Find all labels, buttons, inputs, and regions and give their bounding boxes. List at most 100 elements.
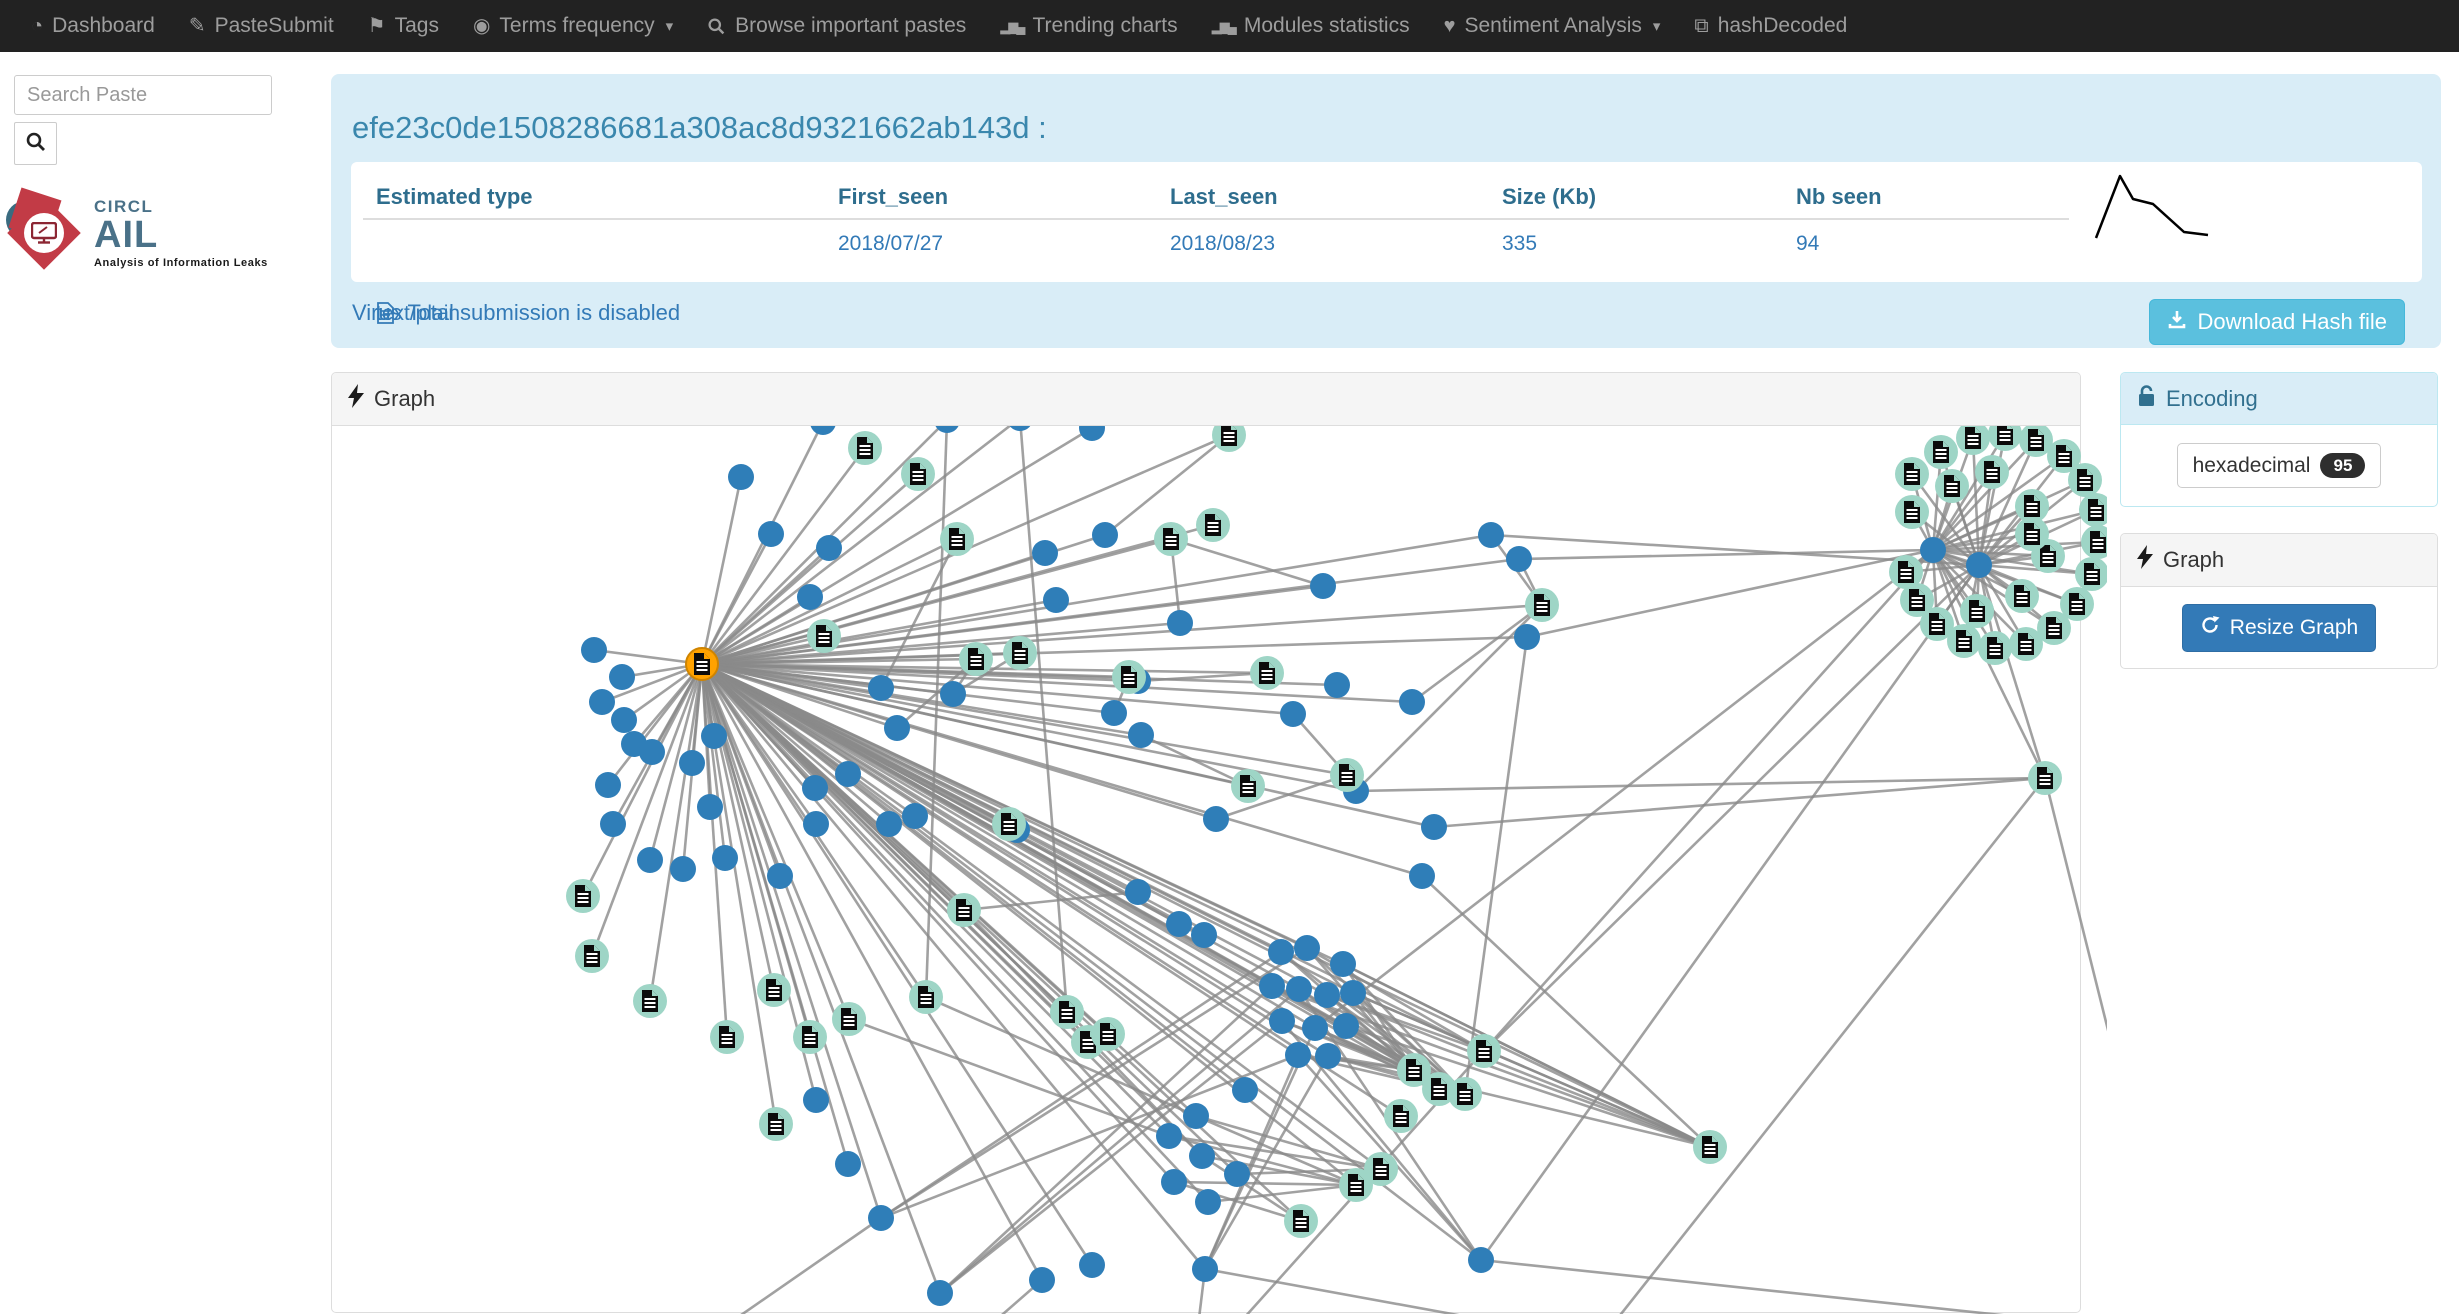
graph-node-paste[interactable] xyxy=(679,750,705,776)
graph-node-hash[interactable] xyxy=(2075,557,2107,591)
graph-node-hash[interactable] xyxy=(1895,495,1929,529)
graph-node-hash[interactable] xyxy=(1003,636,1037,670)
graph-node-hash[interactable] xyxy=(793,1020,827,1054)
graph-node-paste[interactable] xyxy=(1468,1247,1494,1273)
graph-node-paste[interactable] xyxy=(1007,426,1033,431)
graph-node-paste[interactable] xyxy=(1224,1161,1250,1187)
graph-node-paste[interactable] xyxy=(1101,700,1127,726)
graph-node-paste[interactable] xyxy=(802,775,828,801)
graph-node-paste[interactable] xyxy=(1191,922,1217,948)
graph-node-paste[interactable] xyxy=(1314,982,1340,1008)
nav-item-dashboard[interactable]: ◔ Dashboard xyxy=(14,0,172,52)
graph-node-paste[interactable] xyxy=(1203,806,1229,832)
graph-node-hash[interactable] xyxy=(566,879,600,913)
graph-node-paste[interactable] xyxy=(1195,1189,1221,1215)
graph-node-hash[interactable] xyxy=(1895,457,1929,491)
graph-node-hash[interactable] xyxy=(1693,1130,1727,1164)
graph-canvas[interactable] xyxy=(332,426,2107,1314)
graph-node-paste[interactable] xyxy=(1192,1256,1218,1282)
graph-node-paste[interactable] xyxy=(1340,980,1366,1006)
graph-node-paste[interactable] xyxy=(1161,1169,1187,1195)
graph-node-paste[interactable] xyxy=(797,584,823,610)
graph-node-paste[interactable] xyxy=(712,845,738,871)
graph-node-hash[interactable] xyxy=(940,522,974,556)
nav-item-tags[interactable]: ⚑ Tags xyxy=(351,0,456,52)
graph-node-paste[interactable] xyxy=(1286,976,1312,1002)
graph-node-paste[interactable] xyxy=(1333,1013,1359,1039)
graph-node-hash[interactable] xyxy=(1960,594,1994,628)
graph-node-paste[interactable] xyxy=(1315,1043,1341,1069)
graph-node-hash[interactable] xyxy=(848,431,882,465)
graph-node-paste[interactable] xyxy=(1302,1015,1328,1041)
graph-node-hash[interactable] xyxy=(1050,995,1084,1029)
graph-node-hash[interactable] xyxy=(2028,761,2062,795)
graph-node-paste[interactable] xyxy=(1183,1103,1209,1129)
graph-node-paste[interactable] xyxy=(670,856,696,882)
graph-node-hash[interactable] xyxy=(1154,522,1188,556)
graph-node-hash[interactable] xyxy=(1196,508,1230,542)
graph-node-hash[interactable] xyxy=(1988,426,2022,451)
graph-node-paste[interactable] xyxy=(868,1205,894,1231)
graph-node-paste[interactable] xyxy=(767,863,793,889)
graph-node-paste[interactable] xyxy=(589,689,615,715)
graph-node-hash[interactable] xyxy=(2005,579,2039,613)
graph-node-hash[interactable] xyxy=(909,980,943,1014)
graph-node-hash[interactable] xyxy=(2079,493,2107,527)
graph-node-paste[interactable] xyxy=(940,681,966,707)
graph-node-paste[interactable] xyxy=(1421,814,1447,840)
graph-node-paste[interactable] xyxy=(1330,951,1356,977)
graph-node-paste[interactable] xyxy=(1280,701,1306,727)
graph-node-hash[interactable] xyxy=(575,939,609,973)
encoding-hexadecimal-button[interactable]: hexadecimal 95 xyxy=(2176,443,2382,488)
nav-item-trending-charts[interactable]: ▂▆▄ Trending charts xyxy=(983,0,1194,52)
graph-node-paste[interactable] xyxy=(1166,911,1192,937)
graph-node-hash[interactable] xyxy=(1525,588,1559,622)
graph-node-paste[interactable] xyxy=(1310,573,1336,599)
graph-node-hash[interactable] xyxy=(1935,469,1969,503)
graph-node-paste[interactable] xyxy=(1506,546,1532,572)
graph-node-paste[interactable] xyxy=(835,1151,861,1177)
graph-node-paste[interactable] xyxy=(902,803,928,829)
graph-node-paste[interactable] xyxy=(1920,537,1946,563)
graph-node-paste[interactable] xyxy=(1232,1077,1258,1103)
graph-node-paste[interactable] xyxy=(927,1280,953,1306)
graph-node-hash[interactable] xyxy=(1924,435,1958,469)
graph-node-hash[interactable] xyxy=(1467,1034,1501,1068)
graph-node-hash[interactable] xyxy=(1112,660,1146,694)
search-paste-input[interactable] xyxy=(14,75,272,115)
graph-node-hash[interactable] xyxy=(1284,1204,1318,1238)
graph-node-paste[interactable] xyxy=(758,521,784,547)
graph-node-hash[interactable] xyxy=(1250,656,1284,690)
graph-node-hash[interactable] xyxy=(1384,1099,1418,1133)
graph-node-paste[interactable] xyxy=(1079,1252,1105,1278)
graph-node-hash[interactable] xyxy=(2081,525,2107,559)
graph-node-paste[interactable] xyxy=(1029,1267,1055,1293)
graph-node-paste[interactable] xyxy=(609,664,635,690)
graph-node-paste[interactable] xyxy=(1156,1123,1182,1149)
graph-node-paste[interactable] xyxy=(1966,552,1992,578)
graph-node-paste[interactable] xyxy=(884,715,910,741)
graph-node-paste[interactable] xyxy=(1478,522,1504,548)
nav-item-terms-frequency[interactable]: ◉ Terms frequency ▾ xyxy=(456,0,690,52)
graph-node-hash[interactable] xyxy=(2009,627,2043,661)
graph-node-paste[interactable] xyxy=(697,794,723,820)
graph-node-paste[interactable] xyxy=(810,426,836,435)
graph-node-paste[interactable] xyxy=(611,707,637,733)
graph-node-hash[interactable] xyxy=(1091,1017,1125,1051)
graph-node-paste[interactable] xyxy=(803,1087,829,1113)
graph-node-hash[interactable] xyxy=(807,619,841,653)
search-button[interactable] xyxy=(14,122,57,165)
graph-node-hash[interactable] xyxy=(901,457,935,491)
graph-node-hash[interactable] xyxy=(959,642,993,676)
graph-node-hash[interactable] xyxy=(1231,769,1265,803)
graph-node-hash[interactable] xyxy=(2015,517,2049,551)
graph-node-hash[interactable] xyxy=(2068,463,2102,497)
graph-node-paste[interactable] xyxy=(600,811,626,837)
graph-node-hash[interactable] xyxy=(947,893,981,927)
graph-node-paste[interactable] xyxy=(1092,522,1118,548)
graph-node-paste[interactable] xyxy=(1399,689,1425,715)
graph-node-paste[interactable] xyxy=(1259,973,1285,999)
graph-node-paste[interactable] xyxy=(816,535,842,561)
graph-node-hash[interactable] xyxy=(1330,758,1364,792)
graph-node-paste[interactable] xyxy=(1294,935,1320,961)
